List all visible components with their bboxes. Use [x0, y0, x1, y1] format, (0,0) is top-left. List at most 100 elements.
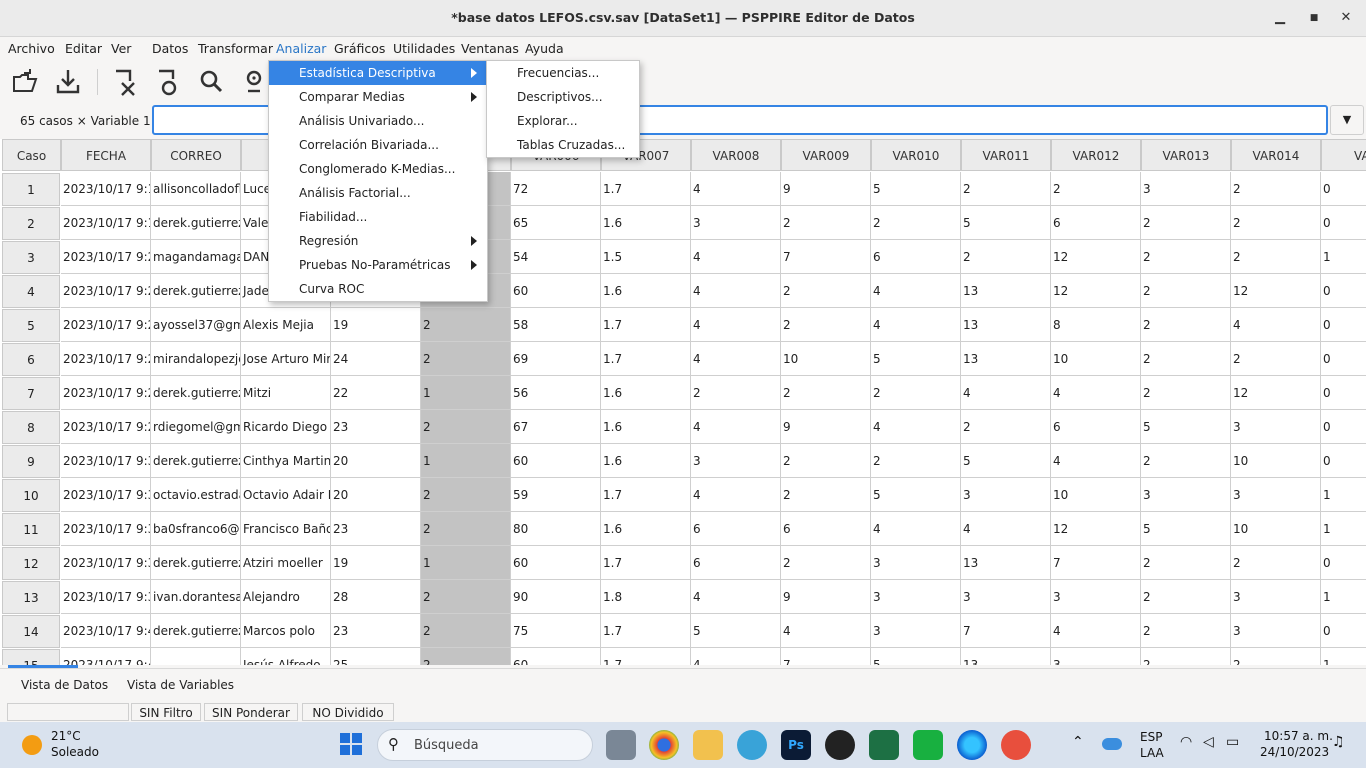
table-cell[interactable]: 6 [1051, 410, 1141, 444]
table-cell[interactable]: 1 [1321, 512, 1366, 546]
table-cell[interactable]: 2 [961, 410, 1051, 444]
menu-analizar[interactable]: Analizar [276, 41, 326, 56]
table-cell[interactable]: 23 [331, 614, 421, 648]
menu-item-descriptive[interactable]: Frecuencias... [487, 61, 639, 85]
table-cell[interactable]: 0 [1321, 172, 1366, 206]
table-cell[interactable]: 3 [1231, 580, 1321, 614]
table-cell[interactable]: Jose Arturo Mirar [241, 342, 331, 376]
table-cell[interactable]: 10 [781, 342, 871, 376]
menu-item-analizar[interactable]: Análisis Factorial... [269, 181, 487, 205]
table-cell[interactable]: 12 [1051, 240, 1141, 274]
table-cell[interactable]: 1 [1321, 648, 1366, 665]
table-cell[interactable]: 20 [331, 478, 421, 512]
file-explorer-icon[interactable] [693, 730, 723, 760]
table-cell[interactable]: 5 [691, 614, 781, 648]
table-cell[interactable]: 2 [781, 308, 871, 342]
table-cell[interactable]: 1.6 [601, 274, 691, 308]
table-cell[interactable]: 2 [1141, 342, 1231, 376]
table-cell[interactable]: 1.7 [601, 342, 691, 376]
table-cell[interactable]: 1.6 [601, 206, 691, 240]
row-header[interactable]: 4 [2, 275, 60, 308]
table-cell[interactable]: 0 [1321, 410, 1366, 444]
table-cell[interactable]: 2 [421, 308, 511, 342]
table-cell[interactable]: allisoncolladoflo [151, 172, 241, 206]
table-cell[interactable]: 3 [961, 580, 1051, 614]
table-cell[interactable]: ba0sfranco6@gn [151, 512, 241, 546]
chevron-down-icon[interactable]: ▼ [1330, 105, 1364, 135]
task-view-icon[interactable] [606, 730, 636, 760]
table-cell[interactable]: 2 [871, 206, 961, 240]
table-cell[interactable]: 13 [961, 546, 1051, 580]
table-cell[interactable] [151, 648, 241, 665]
table-cell[interactable]: derek.gutierrez.ra [151, 614, 241, 648]
column-header-col-var008[interactable]: VAR008 [691, 139, 781, 171]
table-cell[interactable]: 1.6 [601, 444, 691, 478]
table-cell[interactable]: 9 [781, 580, 871, 614]
table-cell[interactable]: 0 [1321, 614, 1366, 648]
table-cell[interactable]: 69 [511, 342, 601, 376]
menu-item-descriptive[interactable]: Descriptivos... [487, 85, 639, 109]
table-cell[interactable]: 9 [781, 172, 871, 206]
table-cell[interactable]: 20 [331, 444, 421, 478]
table-cell[interactable]: 10 [1051, 478, 1141, 512]
table-cell[interactable]: 3 [871, 614, 961, 648]
menu-item-analizar[interactable]: Regresión [269, 229, 487, 253]
weather-temp[interactable]: 21°C [51, 729, 81, 743]
minimize-button[interactable]: ▁ [1270, 8, 1290, 28]
table-cell[interactable]: 56 [511, 376, 601, 410]
table-cell[interactable]: 2 [1231, 172, 1321, 206]
menu-archivo[interactable]: Archivo [8, 41, 55, 56]
table-cell[interactable]: derek.gutierrez.ra [151, 376, 241, 410]
chevron-up-icon[interactable]: ⌃ [1072, 734, 1084, 750]
row-header[interactable]: 7 [2, 377, 60, 410]
table-cell[interactable]: 1.7 [601, 648, 691, 665]
table-cell[interactable]: 3 [1141, 172, 1231, 206]
column-header-col-correo[interactable]: CORREO [151, 139, 241, 171]
menu-ventanas[interactable]: Ventanas [461, 41, 519, 56]
skype-icon[interactable] [737, 730, 767, 760]
battery-icon[interactable]: ▭ [1226, 734, 1239, 750]
table-cell[interactable]: 12 [1051, 274, 1141, 308]
table-cell[interactable]: 1.6 [601, 410, 691, 444]
table-cell[interactable]: Cinthya Martinez [241, 444, 331, 478]
table-cell[interactable]: 2 [871, 444, 961, 478]
table-cell[interactable]: 4 [691, 478, 781, 512]
table-cell[interactable]: mirandalopezjos [151, 342, 241, 376]
table-cell[interactable]: 13 [961, 648, 1051, 665]
table-cell[interactable]: 90 [511, 580, 601, 614]
table-cell[interactable]: 10 [1051, 342, 1141, 376]
table-cell[interactable]: 2 [421, 614, 511, 648]
table-cell[interactable]: 13 [961, 274, 1051, 308]
table-cell[interactable]: 65 [511, 206, 601, 240]
table-cell[interactable]: 2 [421, 410, 511, 444]
table-cell[interactable]: 0 [1321, 206, 1366, 240]
menu-utilidades[interactable]: Utilidades [393, 41, 455, 56]
clock-date[interactable]: 24/10/2023 [1260, 745, 1329, 759]
menu-item-descriptive[interactable]: Tablas Cruzadas... [487, 133, 639, 157]
table-cell[interactable]: 22 [331, 376, 421, 410]
row-header[interactable]: 8 [2, 411, 60, 444]
onedrive-icon[interactable] [1102, 738, 1122, 750]
table-cell[interactable]: magandamagand [151, 240, 241, 274]
table-cell[interactable]: 2023/10/17 9:34:2 [61, 478, 151, 512]
table-cell[interactable]: 1.7 [601, 478, 691, 512]
table-cell[interactable]: 60 [511, 444, 601, 478]
keyboard-layout[interactable]: LAA [1140, 746, 1164, 760]
table-cell[interactable]: 10 [1231, 444, 1321, 478]
table-cell[interactable]: 1.8 [601, 580, 691, 614]
data-grid[interactable]: CasoFECHACORREONVAR006VAR007VAR008VAR009… [0, 139, 1366, 665]
table-cell[interactable]: 72 [511, 172, 601, 206]
table-cell[interactable]: 80 [511, 512, 601, 546]
table-cell[interactable]: 1 [1321, 478, 1366, 512]
menu-item-analizar[interactable]: Estadística Descriptiva [269, 61, 487, 85]
table-cell[interactable]: 2 [1141, 376, 1231, 410]
table-cell[interactable]: 7 [1051, 546, 1141, 580]
table-cell[interactable]: 2 [1141, 546, 1231, 580]
table-cell[interactable]: 6 [871, 240, 961, 274]
goto-icon[interactable] [153, 67, 183, 97]
wifi-icon[interactable]: ◠ [1180, 734, 1192, 750]
table-cell[interactable]: derek.gutierrez.ra [151, 274, 241, 308]
row-header[interactable]: 10 [2, 479, 60, 512]
table-cell[interactable]: 0 [1321, 308, 1366, 342]
menu-item-analizar[interactable]: Fiabilidad... [269, 205, 487, 229]
